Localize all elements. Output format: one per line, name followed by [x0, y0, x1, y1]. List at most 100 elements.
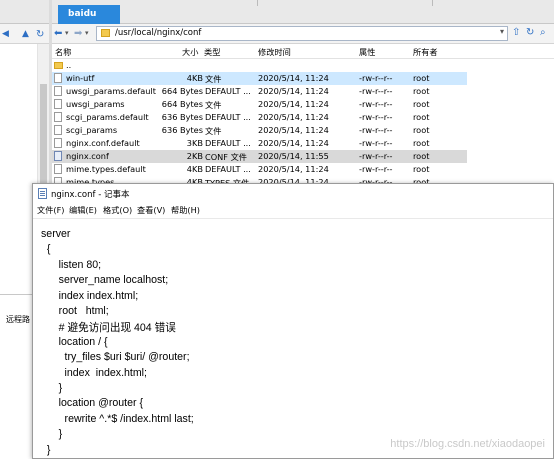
forward-dropdown-icon[interactable]: ▾ — [85, 27, 89, 40]
file-mtime: 2020/5/14, 11:24 — [258, 138, 329, 148]
code-line: location / { — [41, 335, 108, 348]
code-line: } — [41, 382, 63, 394]
file-size: 4KB — [186, 73, 203, 83]
path-dropdown-icon[interactable]: ▾ — [500, 27, 504, 36]
notepad-text-area[interactable]: https://blog.csdn.net/xiaodaopei server … — [33, 218, 553, 458]
tab-separator — [432, 0, 433, 6]
file-row[interactable]: scgi_params 636 Bytes 文件 2020/5/14, 11:24 -r… — [52, 124, 467, 137]
forward-icon[interactable]: ➡ — [74, 27, 82, 40]
path-text: /usr/local/nginx/conf — [115, 28, 202, 38]
code-line: location @router { — [41, 397, 144, 410]
file-attr: -rw-r--r-- — [359, 99, 393, 109]
file-icon — [54, 86, 62, 96]
file-icon — [54, 125, 62, 135]
file-type: 文件 — [205, 100, 222, 110]
header-size[interactable]: 大小 — [182, 46, 198, 58]
code-line: listen 80; — [41, 258, 102, 271]
file-name: .. — [66, 60, 72, 70]
header-name[interactable]: 名称 — [55, 46, 71, 58]
remote-panel: 远程路 — [0, 294, 35, 459]
file-owner: root — [413, 99, 430, 109]
code-line: try_files $uri $uri/ @router; — [41, 351, 190, 364]
file-icon — [54, 164, 62, 174]
file-owner: root — [413, 164, 430, 174]
notepad-icon — [38, 188, 47, 199]
menu-help[interactable]: 帮助(H) — [171, 204, 200, 216]
tab-separator — [257, 0, 258, 6]
file-row[interactable]: nginx.conf.default 3KB DEFAULT ... 2020/5/1… — [52, 137, 467, 150]
code-line: index index.html; — [41, 289, 139, 302]
refresh-icon[interactable]: ↻ — [526, 27, 534, 38]
code-line: { — [41, 243, 51, 256]
left-tab-area — [0, 0, 52, 24]
file-owner: root — [413, 138, 430, 148]
menu-edit[interactable]: 编辑(E) — [69, 204, 97, 216]
code-line: server_name localhost; — [41, 274, 169, 287]
file-row[interactable]: win-utf 4KB 文件 2020/5/14, 11:24 -rw-r--r-- ro… — [52, 72, 467, 85]
left-up-icon[interactable]: ▲ — [22, 29, 32, 39]
file-mtime: 2020/5/14, 11:24 — [258, 73, 329, 83]
header-attr[interactable]: 属性 — [359, 46, 375, 58]
remote-path-label: 远程路 — [6, 315, 30, 324]
file-row[interactable]: uwsgi_params.default 664 Bytes DEFAULT ...… — [52, 85, 467, 98]
file-type: DEFAULT ... — [205, 164, 251, 174]
file-row[interactable]: nginx.conf 2KB CONF 文件 2020/5/14, 11:55 -rw-… — [52, 150, 467, 163]
file-list: 名称 大小 类型 修改时间 属性 所有者 .. win-utf 4KB 文件 2020/… — [52, 44, 554, 188]
file-size: 4KB — [186, 164, 203, 174]
file-type: 文件 — [205, 74, 222, 84]
file-size: 3KB — [186, 138, 203, 148]
file-owner: root — [413, 151, 430, 161]
menu-format[interactable]: 格式(O) — [103, 204, 132, 216]
file-attr: -rw-r--r-- — [359, 164, 393, 174]
menu-file[interactable]: 文件(F) — [37, 204, 64, 216]
search-icon[interactable]: ⌕ — [540, 27, 546, 38]
code-line: root html; — [41, 305, 109, 317]
file-row[interactable]: .. — [52, 59, 467, 72]
file-row[interactable]: mime.types.default 4KB DEFAULT ... 2020/5/1… — [52, 163, 467, 176]
code-line: rewrite ^.*$ /index.html last; — [41, 412, 194, 425]
file-mtime: 2020/5/14, 11:24 — [258, 86, 329, 96]
file-mtime: 2020/5/14, 11:55 — [258, 151, 329, 161]
tab-baidu[interactable]: baidu — [58, 5, 120, 25]
left-back-icon[interactable]: ◀ — [2, 29, 12, 39]
file-icon — [54, 138, 62, 148]
watermark: https://blog.csdn.net/xiaodaopei — [390, 438, 545, 450]
file-icon — [54, 112, 62, 122]
file-icon — [54, 73, 62, 83]
file-row[interactable]: scgi_params.default 636 Bytes DEFAULT ... 2… — [52, 111, 467, 124]
code-line: } — [41, 443, 51, 456]
file-type: DEFAULT ... — [205, 138, 251, 148]
notepad-title: nginx.conf - 记事本 — [51, 190, 130, 200]
tab-bar: baidu — [52, 0, 554, 25]
back-dropdown-icon[interactable]: ▾ — [65, 27, 69, 40]
left-refresh-icon[interactable]: ↻ — [36, 29, 46, 40]
file-attr: -rw-r--r-- — [359, 112, 393, 122]
file-attr: -rw-r--r-- — [359, 151, 393, 161]
code-line: server — [41, 228, 71, 240]
up-folder-icon[interactable]: ⇧ — [512, 27, 520, 38]
file-mtime: 2020/5/14, 11:24 — [258, 125, 329, 135]
file-type: 文件 — [205, 126, 222, 136]
file-attr: -rw-r--r-- — [359, 125, 393, 135]
folder-icon — [54, 62, 63, 69]
file-attr: -rw-r--r-- — [359, 73, 393, 83]
notepad-titlebar[interactable]: nginx.conf - 记事本 — [33, 184, 553, 203]
code-line: index index.html; — [41, 366, 147, 379]
file-size: 636 Bytes — [161, 112, 203, 122]
header-owner[interactable]: 所有者 — [413, 46, 438, 58]
file-attr: -rw-r--r-- — [359, 138, 393, 148]
file-mtime: 2020/5/14, 11:24 — [258, 99, 329, 109]
header-type[interactable]: 类型 — [204, 46, 220, 58]
file-icon — [54, 99, 62, 109]
menu-view[interactable]: 查看(V) — [137, 204, 165, 216]
file-icon — [54, 151, 62, 161]
back-icon[interactable]: ⬅ — [54, 27, 62, 40]
file-owner: root — [413, 86, 430, 96]
notepad-menubar: 文件(F) 编辑(E) 格式(O) 查看(V) 帮助(H) — [33, 203, 553, 217]
file-owner: root — [413, 125, 430, 135]
path-input[interactable]: /usr/local/nginx/conf ▾ — [96, 26, 508, 41]
notepad-window[interactable]: nginx.conf - 记事本 文件(F) 编辑(E) 格式(O) 查看(V)… — [32, 183, 554, 459]
header-mtime[interactable]: 修改时间 — [258, 46, 291, 58]
file-row[interactable]: uwsgi_params 664 Bytes 文件 2020/5/14, 11:24-… — [52, 98, 467, 111]
file-attr: -rw-r--r-- — [359, 86, 393, 96]
